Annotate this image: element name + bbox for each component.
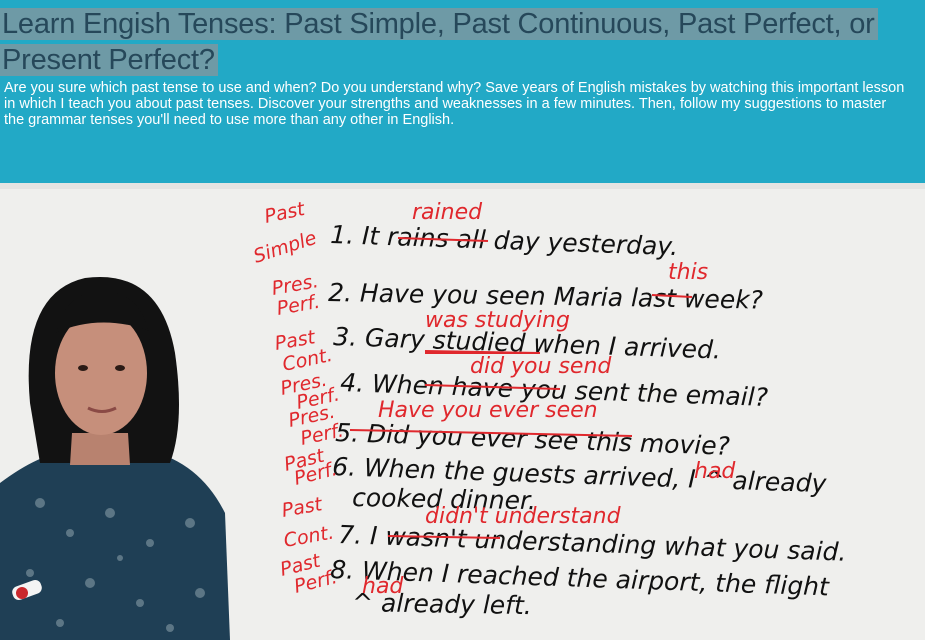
video-play-area[interactable] [0, 183, 925, 640]
video-header: Learn Engish Tenses: Past Simple, Past C… [0, 0, 925, 183]
video-description: Are you sure which past tense to use and… [4, 80, 905, 128]
video-player[interactable]: 1. It rains all day yesterday. 2. Have y… [0, 183, 925, 640]
video-title[interactable]: Learn Engish Tenses: Past Simple, Past C… [0, 6, 925, 78]
